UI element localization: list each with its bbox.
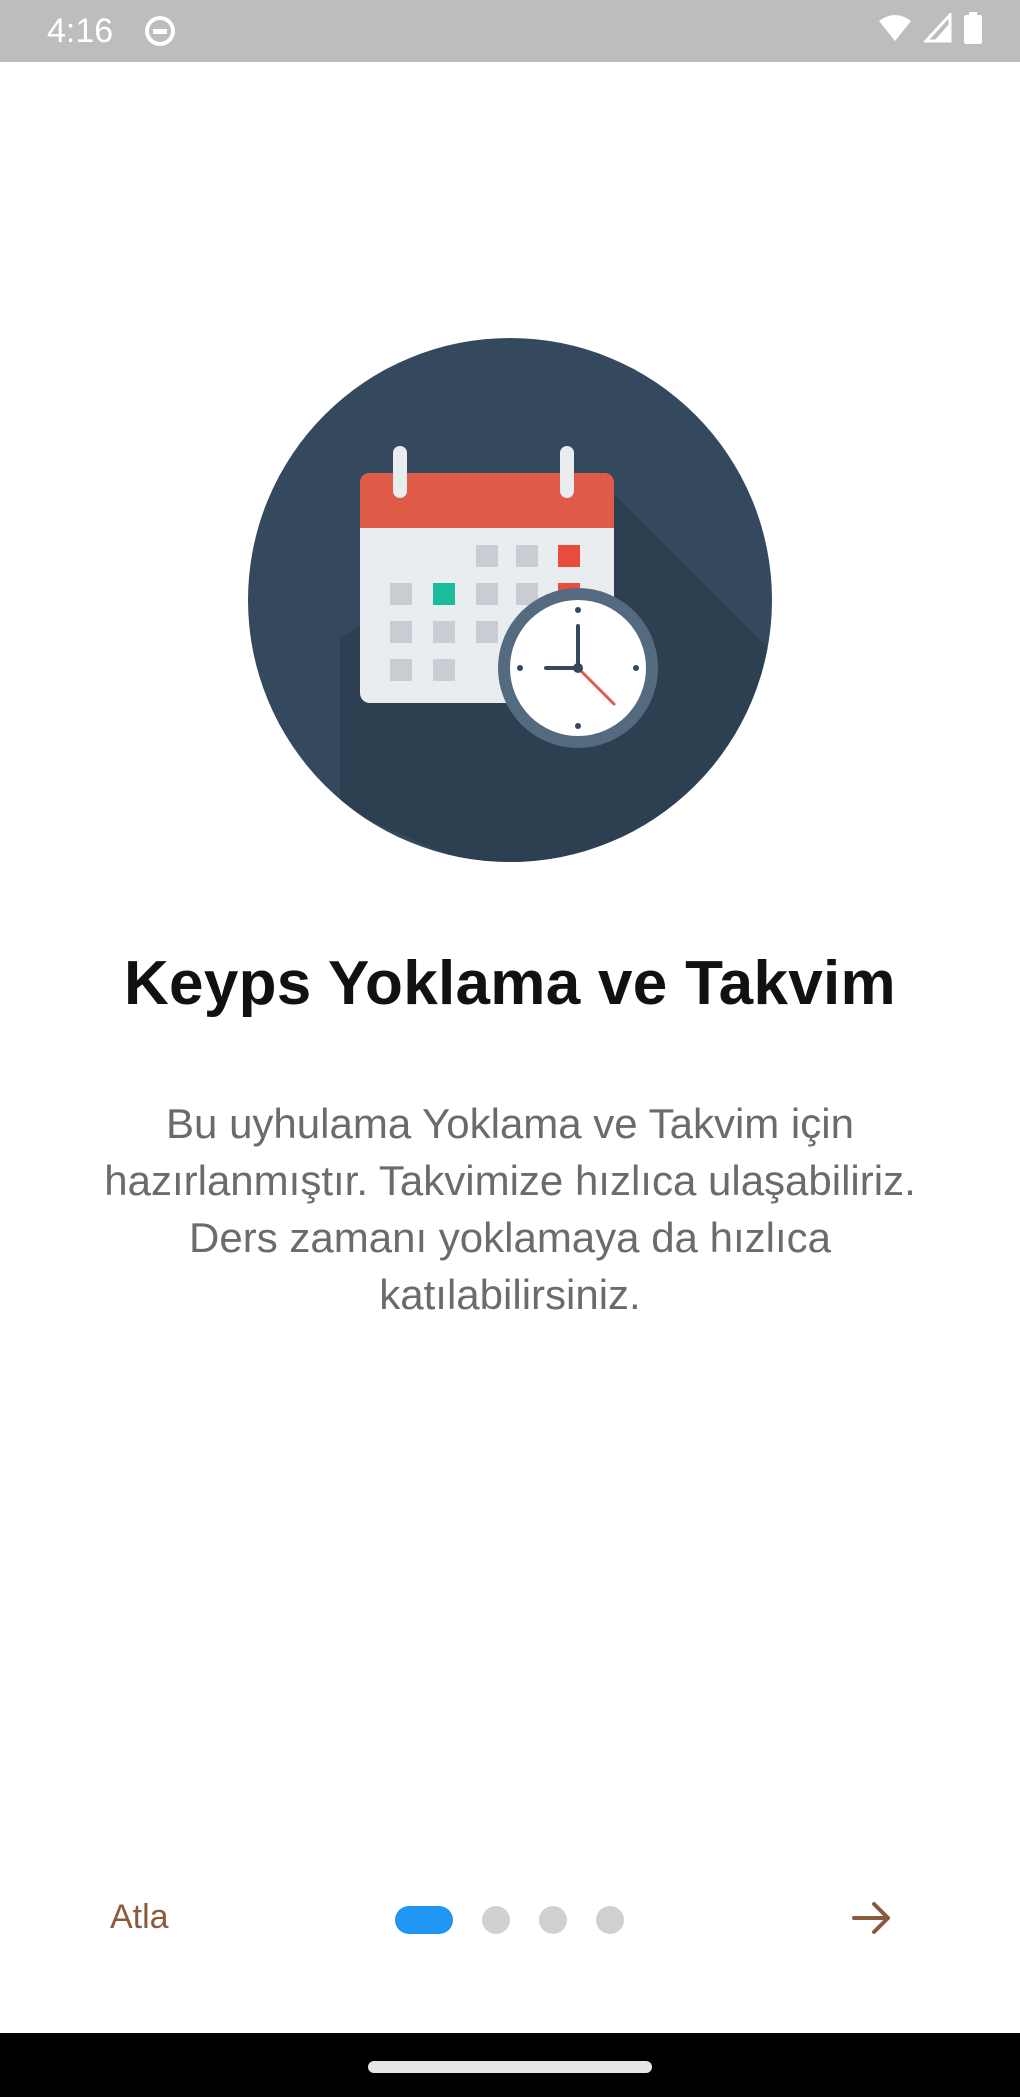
page-dot-2[interactable] (482, 1906, 510, 1934)
home-gesture-handle[interactable] (368, 2061, 652, 2073)
signal-icon (924, 13, 952, 43)
battery-icon (964, 12, 982, 44)
onboarding-title: Keyps Yoklama ve Takvim (123, 949, 896, 1018)
app-notification-icon (145, 16, 175, 46)
page-dot-1[interactable] (395, 1906, 453, 1934)
status-icons (878, 12, 982, 44)
arrow-right-icon[interactable] (848, 1894, 896, 1942)
wifi-icon (879, 15, 911, 41)
status-bar: 4:16 (0, 0, 1020, 62)
status-time: 4:16 (47, 12, 114, 50)
onboarding-description: Bu uyhulama Yoklama ve Takvim için hazır… (104, 1100, 916, 1318)
page-indicator (395, 1906, 653, 1934)
page-dot-3[interactable] (539, 1906, 567, 1934)
page-dot-4[interactable] (596, 1906, 624, 1934)
skip-button[interactable]: Atla (110, 1898, 169, 1937)
calendar-clock-icon (248, 338, 772, 862)
